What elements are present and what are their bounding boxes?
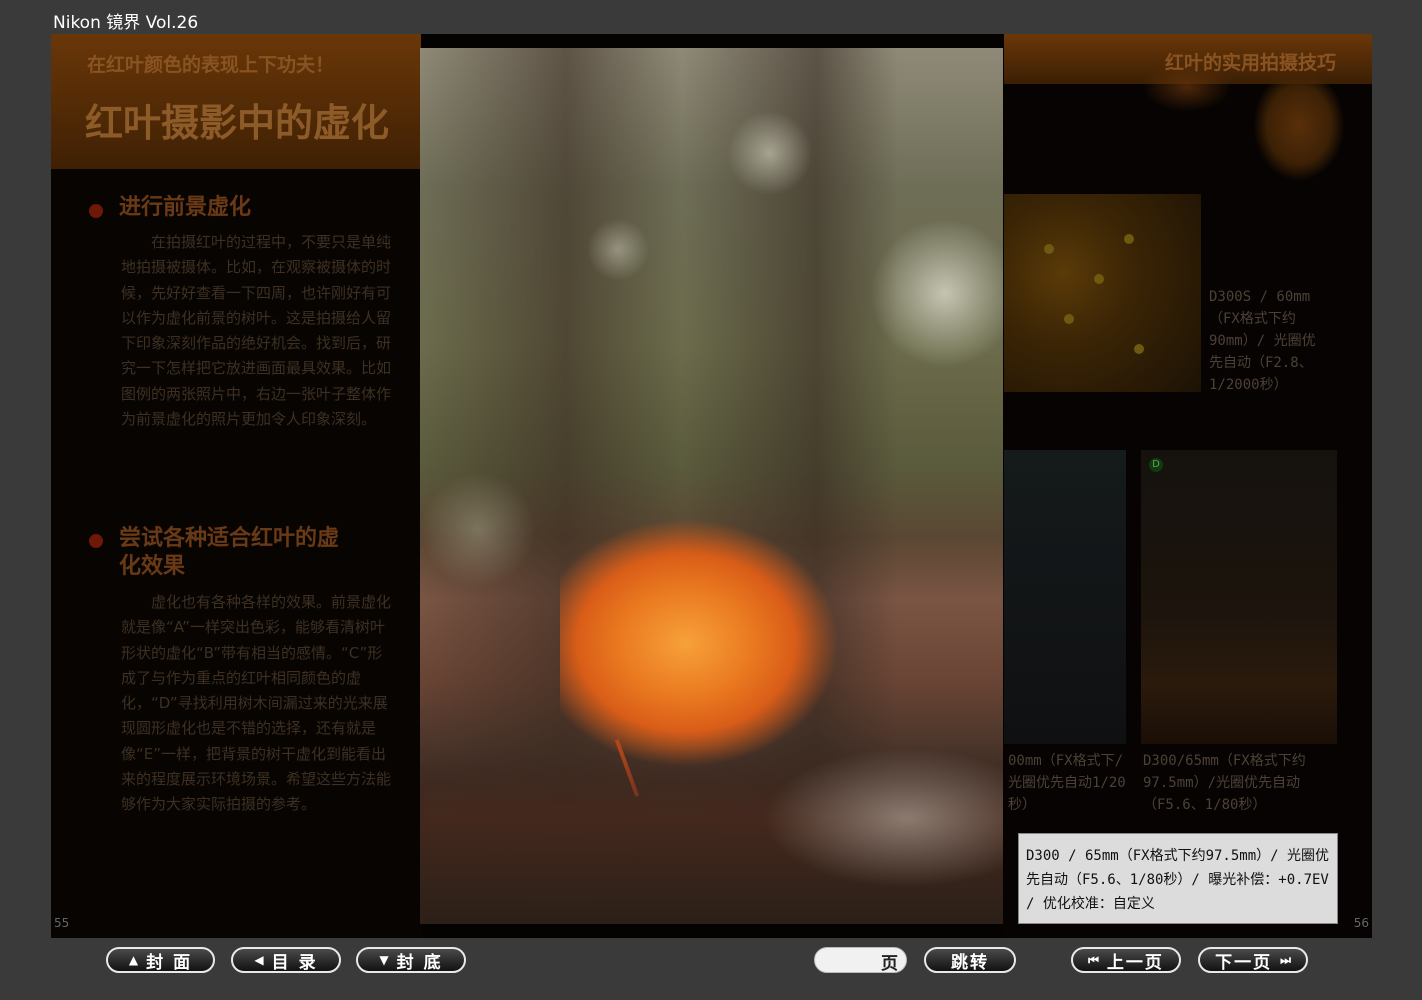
back-cover-button-label: 封 底 [396,952,443,973]
photo-thumbnail-d[interactable]: D [1141,450,1337,744]
next-page-label: 下一页 [1215,952,1273,973]
thumbnail-badge: D [1149,458,1163,472]
jump-button-label: 跳转 [951,952,989,973]
left-headline: 红叶摄影中的虚化 [85,101,390,145]
maple-leaf-photo-subject [560,518,840,768]
contents-button-label: 目 录 [271,952,318,973]
back-cover-button[interactable]: ▼ 封 底 [356,947,466,973]
section-heading-1: 进行前景虚化 [119,195,252,220]
contents-button[interactable]: ◀ 目 录 [231,947,341,973]
magazine-spread: 在红叶颜色的表现上下功夫！ 红叶摄影中的虚化 进行前景虚化 在拍摄红叶的过程中，… [51,34,1372,938]
previous-page-button[interactable]: ⏮ 上一页 [1071,947,1181,973]
fallen-leaves-highlight [763,748,1003,888]
triangle-up-icon: ▲ [128,953,139,967]
triangle-left-icon: ◀ [254,953,264,967]
cover-button[interactable]: ▲ 封 面 [106,947,215,973]
section-bullet [89,534,103,548]
jump-button[interactable]: 跳转 [924,947,1016,973]
maple-leaf-decoration [1254,70,1344,180]
window-title: Nikon 镜界 Vol.26 [53,13,199,33]
photo-caption-1: D300S / 60mm（FX格式下约90mm）/ 光圈优先自动（F2.8、1/… [1209,289,1316,393]
photo-thumbnail-leaves[interactable] [1004,194,1201,392]
section-body-2: 虚化也有各种各样的效果。前景虚化就是像“A”一样突出色彩，能够看清树叶形状的虚化… [121,593,392,814]
skip-back-icon: ⏮ [1088,952,1099,967]
photo-caption-2: 00mm（FX格式下/光圈优先自动1/20秒） [1008,753,1126,813]
skip-forward-icon: ⏭ [1280,952,1291,967]
page-number-right: 56 [1353,916,1369,930]
photo-info-box: D300 / 65mm（FX格式下约97.5mm）/ 光圈优先自动（F5.6、1… [1018,833,1338,924]
cover-button-label: 封 面 [146,952,193,973]
page-label: 页 [881,954,898,974]
left-page: 在红叶颜色的表现上下功夫！ 红叶摄影中的虚化 进行前景虚化 在拍摄红叶的过程中，… [51,34,421,938]
previous-page-label: 上一页 [1106,952,1164,973]
enlarged-photo[interactable] [420,48,1003,924]
page-number-left: 55 [54,916,70,930]
photo-thumbnail-c[interactable] [1004,450,1126,744]
photo-caption-3: D300/65mm（FX格式下约97.5mm）/光圈优先自动（F5.6、1/80… [1143,753,1306,813]
section-body-1: 在拍摄红叶的过程中，不要只是单纯地拍摄被摄体。比如，在观察被摄体的时候，先好好查… [121,233,392,429]
right-page-title: 红叶的实用拍摄技巧 [1164,52,1336,74]
triangle-down-icon: ▼ [379,953,389,967]
next-page-button[interactable]: 下一页 ⏭ [1198,947,1308,973]
left-subtitle: 在红叶颜色的表现上下功夫！ [87,54,335,76]
section-bullet [89,204,103,218]
page-number-input[interactable] [823,950,877,972]
section-heading-2: 尝试各种适合红叶的虚化效果 [119,526,340,579]
page-number-field[interactable]: 页 [814,947,907,974]
